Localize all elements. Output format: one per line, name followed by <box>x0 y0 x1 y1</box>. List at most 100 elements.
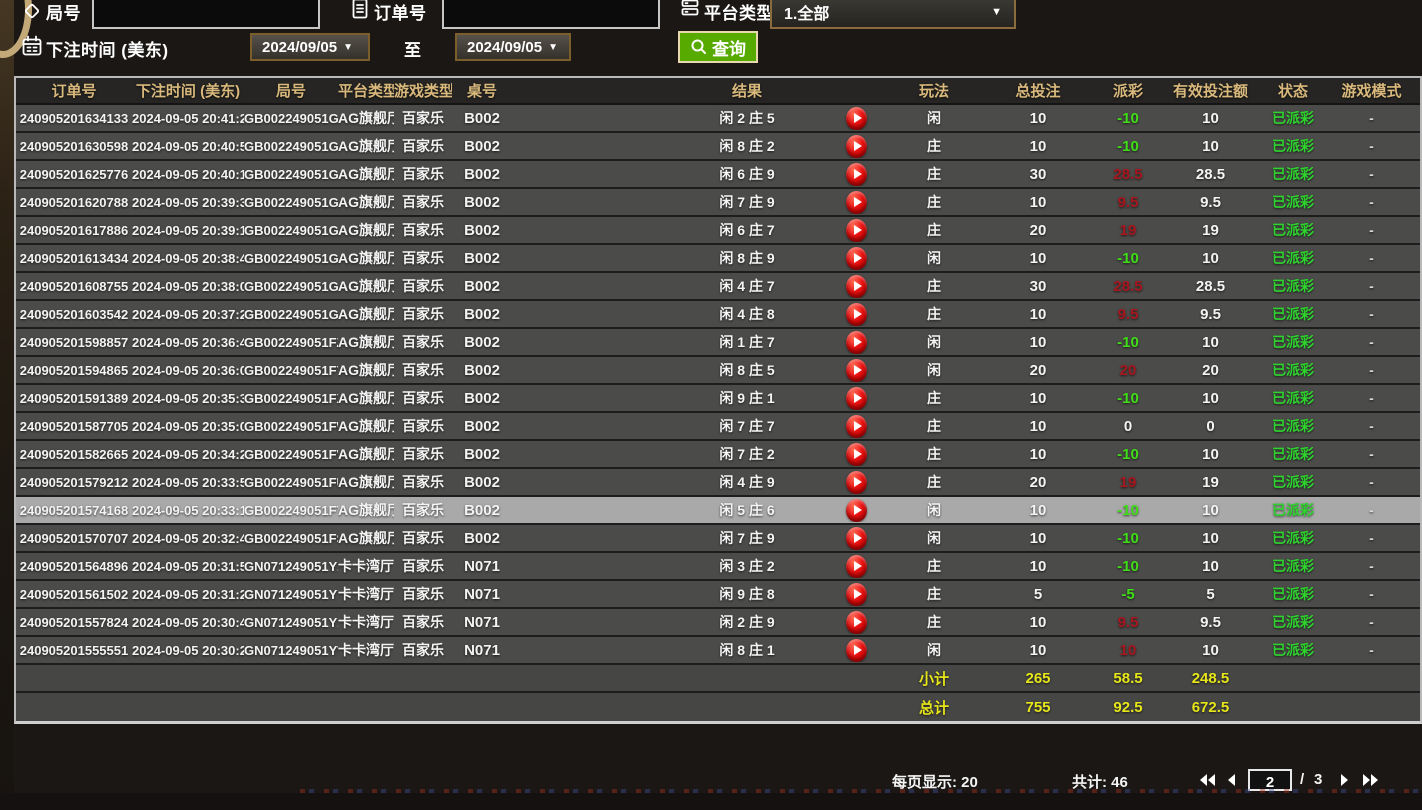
valid-bet-cell: 10 <box>1158 250 1263 267</box>
round-id-cell: GB002249051G1 <box>244 279 338 294</box>
replay-play-icon[interactable] <box>846 555 867 578</box>
result-cell: 闲 9 庄 8 <box>672 584 822 604</box>
replay-cell <box>822 219 890 242</box>
replay-play-icon[interactable] <box>846 303 867 326</box>
table-row[interactable]: 240905201570707 2024-09-05 20:32:43 GB00… <box>16 525 1420 553</box>
table-row[interactable]: 240905201630598 2024-09-05 20:40:56 GB00… <box>16 133 1420 161</box>
game-mode-cell: - <box>1323 614 1420 630</box>
replay-play-icon[interactable] <box>846 611 867 634</box>
table-row[interactable]: 240905201579212 2024-09-05 20:33:56 GB00… <box>16 469 1420 497</box>
table-row[interactable]: 240905201564896 2024-09-05 20:31:52 GN07… <box>16 553 1420 581</box>
table-row[interactable]: 240905201608755 2024-09-05 20:38:05 GB00… <box>16 273 1420 301</box>
platform-cell: AG旗舰厅 <box>338 528 394 548</box>
order-id-cell: 240905201587705 <box>16 419 132 434</box>
replay-cell <box>822 583 890 606</box>
game-mode-cell: - <box>1323 334 1420 350</box>
table-row[interactable]: 240905201598857 2024-09-05 20:36:41 GB00… <box>16 329 1420 357</box>
total-bet-cell: 10 <box>978 614 1098 631</box>
platform-cell: 卡卡湾厅 <box>338 584 394 604</box>
replay-play-icon[interactable] <box>846 527 867 550</box>
date-from-picker[interactable]: 2024/09/05 ▼ <box>250 33 370 61</box>
status-badge: 已派彩 <box>1263 584 1323 604</box>
total-bet-cell: 10 <box>978 306 1098 323</box>
table-row[interactable]: 240905201634133 2024-09-05 20:41:24 GB00… <box>16 105 1420 133</box>
table-row[interactable]: 240905201557824 2024-09-05 20:30:48 GN07… <box>16 609 1420 637</box>
order-input[interactable] <box>442 0 660 29</box>
table-row[interactable]: 240905201613434 2024-09-05 20:38:41 GB00… <box>16 245 1420 273</box>
first-page-button[interactable] <box>1196 771 1218 789</box>
tag-icon <box>22 1 42 21</box>
bet-time-cell: 2024-09-05 20:36:09 <box>132 363 244 378</box>
valid-bet-cell: 10 <box>1158 642 1263 659</box>
replay-play-icon[interactable] <box>846 639 867 662</box>
replay-play-icon[interactable] <box>846 583 867 606</box>
last-page-button[interactable] <box>1360 771 1382 789</box>
replay-play-icon[interactable] <box>846 415 867 438</box>
result-cell: 闲 4 庄 8 <box>672 304 822 324</box>
table-row[interactable]: 240905201574168 2024-09-05 20:33:14 GB00… <box>16 497 1420 525</box>
game-type-cell: 百家乐 <box>394 556 452 576</box>
replay-play-icon[interactable] <box>846 135 867 158</box>
game-type-cell: 百家乐 <box>394 332 452 352</box>
total-bet-cell: 10 <box>978 390 1098 407</box>
column-header: 派彩 <box>1098 80 1158 101</box>
game-mode-cell: - <box>1323 278 1420 294</box>
table-row[interactable]: 240905201555551 2024-09-05 20:30:25 GN07… <box>16 637 1420 665</box>
query-button[interactable]: 查询 <box>678 31 758 63</box>
prev-page-button[interactable] <box>1220 771 1242 789</box>
status-badge: 已派彩 <box>1263 276 1323 296</box>
table-row[interactable]: 240905201603542 2024-09-05 20:37:21 GB00… <box>16 301 1420 329</box>
replay-play-icon[interactable] <box>846 275 867 298</box>
table-row[interactable]: 240905201625776 2024-09-05 20:40:18 GB00… <box>16 161 1420 189</box>
replay-play-icon[interactable] <box>846 499 867 522</box>
round-id-cell: GB002249051FW <box>244 419 338 434</box>
table-row[interactable]: 240905201591389 2024-09-05 20:35:37 GB00… <box>16 385 1420 413</box>
chevron-down-icon: ▼ <box>343 42 353 53</box>
replay-play-icon[interactable] <box>846 163 867 186</box>
game-type-cell: 百家乐 <box>394 192 452 212</box>
replay-play-icon[interactable] <box>846 387 867 410</box>
table-no-cell: B002 <box>452 110 512 127</box>
valid-bet-cell: 9.5 <box>1158 306 1263 323</box>
status-badge: 已派彩 <box>1263 136 1323 156</box>
status-badge: 已派彩 <box>1263 416 1323 436</box>
background-bottom-edge <box>0 793 1422 810</box>
bet-time-cell: 2024-09-05 20:31:21 <box>132 587 244 602</box>
bet-time-cell: 2024-09-05 20:38:41 <box>132 251 244 266</box>
platform-cell: AG旗舰厅 <box>338 360 394 380</box>
platform-cell: AG旗舰厅 <box>338 164 394 184</box>
table-row[interactable]: 240905201587705 2024-09-05 20:35:06 GB00… <box>16 413 1420 441</box>
result-cell: 闲 6 庄 9 <box>672 164 822 184</box>
replay-play-icon[interactable] <box>846 443 867 466</box>
round-input[interactable] <box>92 0 320 29</box>
replay-play-icon[interactable] <box>846 107 867 130</box>
payout-cell: -10 <box>1098 558 1158 575</box>
platform-select[interactable]: 1.全部 ▼ <box>770 0 1016 29</box>
replay-play-icon[interactable] <box>846 359 867 382</box>
game-mode-cell: - <box>1323 362 1420 378</box>
replay-play-icon[interactable] <box>846 331 867 354</box>
replay-play-icon[interactable] <box>846 191 867 214</box>
table-row[interactable]: 240905201582665 2024-09-05 20:34:26 GB00… <box>16 441 1420 469</box>
table-row[interactable]: 240905201594865 2024-09-05 20:36:09 GB00… <box>16 357 1420 385</box>
column-header: 状态 <box>1263 80 1323 101</box>
total-bet-cell: 30 <box>978 166 1098 183</box>
order-list-icon <box>350 0 370 20</box>
table-row[interactable]: 240905201620788 2024-09-05 20:39:39 GB00… <box>16 189 1420 217</box>
bet-records-table: 订单号下注时间 (美东)局号平台类型游戏类型桌号结果玩法总投注派彩有效投注额状态… <box>14 76 1422 724</box>
replay-play-icon[interactable] <box>846 471 867 494</box>
order-id-cell: 240905201591389 <box>16 391 132 406</box>
replay-play-icon[interactable] <box>846 247 867 270</box>
bet-time-cell: 2024-09-05 20:34:26 <box>132 447 244 462</box>
order-id-cell: 240905201557824 <box>16 615 132 630</box>
payout-cell: -10 <box>1098 250 1158 267</box>
current-page-input[interactable]: 2 <box>1248 769 1292 791</box>
date-to-picker[interactable]: 2024/09/05 ▼ <box>455 33 571 61</box>
subtotal-payout: 58.5 <box>1098 670 1158 687</box>
replay-play-icon[interactable] <box>846 219 867 242</box>
next-page-button[interactable] <box>1334 771 1356 789</box>
order-id-cell: 240905201555551 <box>16 643 132 658</box>
table-row[interactable]: 240905201617886 2024-09-05 20:39:15 GB00… <box>16 217 1420 245</box>
table-row[interactable]: 240905201561502 2024-09-05 20:31:21 GN07… <box>16 581 1420 609</box>
status-badge: 已派彩 <box>1263 612 1323 632</box>
